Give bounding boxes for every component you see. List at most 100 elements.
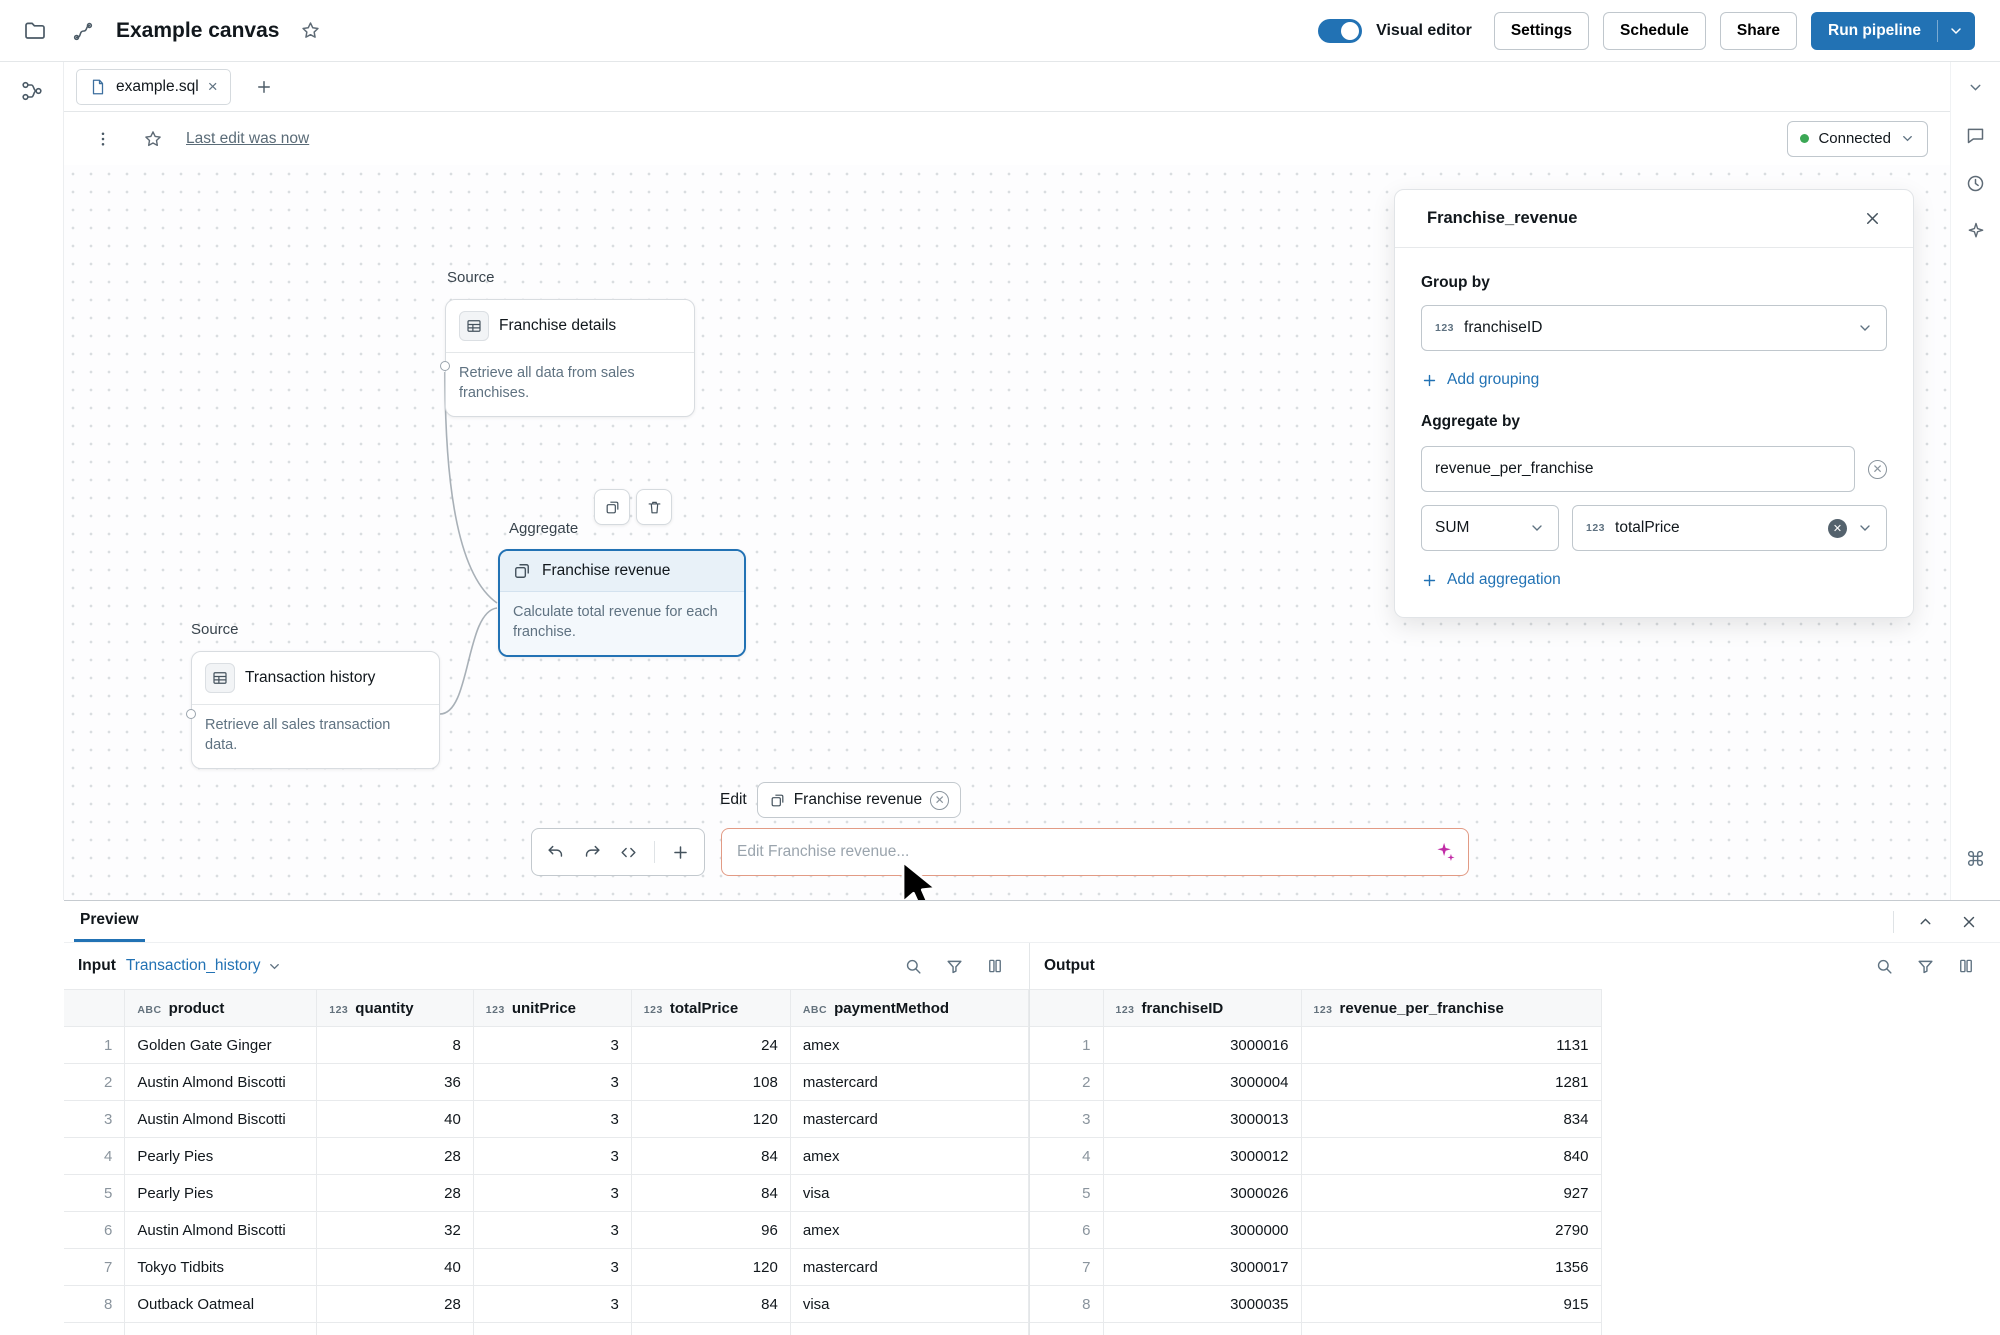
duplicate-icon[interactable] xyxy=(594,489,630,525)
table-row[interactable]: 5Pearly Pies28384visa xyxy=(64,1175,1029,1212)
row-number: 4 xyxy=(1030,1138,1103,1175)
clear-column-icon[interactable]: ✕ xyxy=(1828,519,1847,538)
table-row[interactable]: 83000035915 xyxy=(1030,1286,1601,1323)
node-type-label: Source xyxy=(191,621,239,638)
assistant-sparkle-icon[interactable] xyxy=(1434,841,1456,863)
edit-target-chip[interactable]: Franchise revenue ✕ xyxy=(757,782,961,818)
group-by-select[interactable]: 123 franchiseID xyxy=(1421,305,1887,351)
edit-toolbar xyxy=(531,828,705,876)
aggregate-function-select[interactable]: SUM xyxy=(1421,505,1559,551)
pipeline-canvas[interactable]: Source Franchise details Retrieve all da… xyxy=(64,165,1950,900)
comments-icon[interactable] xyxy=(1959,118,1993,152)
table-cell: 1131 xyxy=(1301,1027,1601,1064)
table-cell: 36 xyxy=(317,1064,474,1101)
trash-icon[interactable] xyxy=(636,489,672,525)
settings-button[interactable]: Settings xyxy=(1494,12,1589,50)
tab-close-icon[interactable]: × xyxy=(208,78,218,95)
history-icon[interactable] xyxy=(1959,166,1993,200)
column-header[interactable]: 123unitPrice xyxy=(473,990,631,1027)
table-row[interactable]: 230000041281 xyxy=(1030,1064,1601,1101)
share-button[interactable]: Share xyxy=(1720,12,1797,50)
star-icon[interactable] xyxy=(136,122,170,156)
table-cell: Pearly Pies xyxy=(125,1175,317,1212)
folder-icon[interactable] xyxy=(18,14,52,48)
table-row[interactable]: 730000171356 xyxy=(1030,1249,1601,1286)
column-header[interactable]: ABCpaymentMethod xyxy=(790,990,1028,1027)
column-header[interactable]: 123franchiseID xyxy=(1103,990,1301,1027)
tab-preview[interactable]: Preview xyxy=(74,901,145,942)
new-tab-icon[interactable] xyxy=(247,70,281,104)
search-icon[interactable] xyxy=(1872,954,1896,978)
filter-icon[interactable] xyxy=(1913,954,1937,978)
favorite-star-icon[interactable] xyxy=(293,14,327,48)
run-pipeline-button[interactable]: Run pipeline xyxy=(1811,12,1975,50)
run-pipeline-chevron-icon[interactable] xyxy=(1938,23,1974,39)
code-view-icon[interactable] xyxy=(618,839,641,865)
columns-icon[interactable] xyxy=(1954,954,1978,978)
column-header[interactable]: 123totalPrice xyxy=(631,990,790,1027)
column-header[interactable]: 123quantity xyxy=(317,990,474,1027)
table-row[interactable]: 4Pearly Pies28384amex xyxy=(64,1138,1029,1175)
connector-dot[interactable] xyxy=(186,709,196,719)
table-row[interactable]: 130000161131 xyxy=(1030,1027,1601,1064)
table-cell: 1281 xyxy=(1301,1064,1601,1101)
aggregate-column-value: totalPrice xyxy=(1615,519,1680,537)
node-franchise-revenue[interactable]: Franchise revenue Calculate total revenu… xyxy=(498,549,746,657)
add-node-icon[interactable] xyxy=(669,839,692,865)
node-transaction-history[interactable]: Transaction history Retrieve all sales t… xyxy=(191,651,440,769)
node-action-buttons xyxy=(594,489,672,525)
collapse-preview-icon[interactable] xyxy=(1912,909,1938,935)
table-row[interactable]: 6Austin Almond Biscotti32396amex xyxy=(64,1212,1029,1249)
row-number: 8 xyxy=(64,1286,125,1323)
table-cell: 3 xyxy=(473,1286,631,1323)
column-header[interactable]: 123revenue_per_franchise xyxy=(1301,990,1601,1027)
table-row[interactable]: 1Golden Gate Ginger8324amex xyxy=(64,1027,1029,1064)
table-cell: 3000004 xyxy=(1103,1064,1301,1101)
connected-dot xyxy=(1800,134,1809,143)
node-type-label: Source xyxy=(447,269,495,286)
search-icon[interactable] xyxy=(901,954,925,978)
command-icon[interactable]: ⌘ xyxy=(1966,847,1986,872)
table-row[interactable]: 7Tokyo Tidbits403120mastercard xyxy=(64,1249,1029,1286)
table-cell: 3000017 xyxy=(1103,1249,1301,1286)
node-franchise-details[interactable]: Franchise details Retrieve all data from… xyxy=(445,299,695,417)
lineage-icon[interactable] xyxy=(15,74,49,108)
add-aggregation-link[interactable]: Add aggregation xyxy=(1421,571,1887,589)
add-grouping-link[interactable]: Add grouping xyxy=(1421,371,1887,389)
redo-icon[interactable] xyxy=(581,839,604,865)
close-preview-icon[interactable] xyxy=(1956,909,1982,935)
collapse-panel-chevron-icon[interactable] xyxy=(1959,70,1993,104)
remove-chip-icon[interactable]: ✕ xyxy=(930,791,949,810)
table-row xyxy=(64,1323,1029,1335)
table-row[interactable]: 3Austin Almond Biscotti403120mastercard xyxy=(64,1101,1029,1138)
table-row[interactable]: 43000012840 xyxy=(1030,1138,1601,1175)
remove-aggregation-icon[interactable]: ✕ xyxy=(1868,460,1887,479)
input-source-dropdown[interactable]: Transaction_history xyxy=(126,957,282,975)
output-table: 123franchiseID123revenue_per_franchise13… xyxy=(1030,989,1602,1335)
edit-prompt-input[interactable] xyxy=(721,828,1469,876)
table-cell: 28 xyxy=(317,1286,474,1323)
table-row[interactable]: 33000013834 xyxy=(1030,1101,1601,1138)
aggregate-name-input[interactable] xyxy=(1421,446,1855,492)
schedule-button[interactable]: Schedule xyxy=(1603,12,1706,50)
last-edit-link[interactable]: Last edit was now xyxy=(186,130,309,148)
panel-close-icon[interactable] xyxy=(1855,202,1889,236)
assistant-sparkle-icon[interactable] xyxy=(1959,214,1993,248)
connection-status-dropdown[interactable]: Connected xyxy=(1787,121,1928,157)
visual-editor-toggle[interactable] xyxy=(1318,19,1362,43)
connector-dot[interactable] xyxy=(440,361,450,371)
filter-icon[interactable] xyxy=(942,954,966,978)
table-row[interactable]: 53000026927 xyxy=(1030,1175,1601,1212)
columns-icon[interactable] xyxy=(983,954,1007,978)
kebab-menu-icon[interactable] xyxy=(86,122,120,156)
undo-icon[interactable] xyxy=(544,839,567,865)
table-row[interactable]: 2Austin Almond Biscotti363108mastercard xyxy=(64,1064,1029,1101)
table-row[interactable]: 630000002790 xyxy=(1030,1212,1601,1249)
properties-panel: Franchise_revenue Group by 123 franchise… xyxy=(1394,189,1914,618)
table-row[interactable]: 8Outback Oatmeal28384visa xyxy=(64,1286,1029,1323)
tab-example-sql[interactable]: example.sql × xyxy=(76,69,231,105)
table-cell: 32 xyxy=(317,1212,474,1249)
column-header[interactable]: ABCproduct xyxy=(125,990,317,1027)
aggregate-column-select[interactable]: 123 totalPrice ✕ xyxy=(1572,505,1887,551)
table-cell: 1356 xyxy=(1301,1249,1601,1286)
